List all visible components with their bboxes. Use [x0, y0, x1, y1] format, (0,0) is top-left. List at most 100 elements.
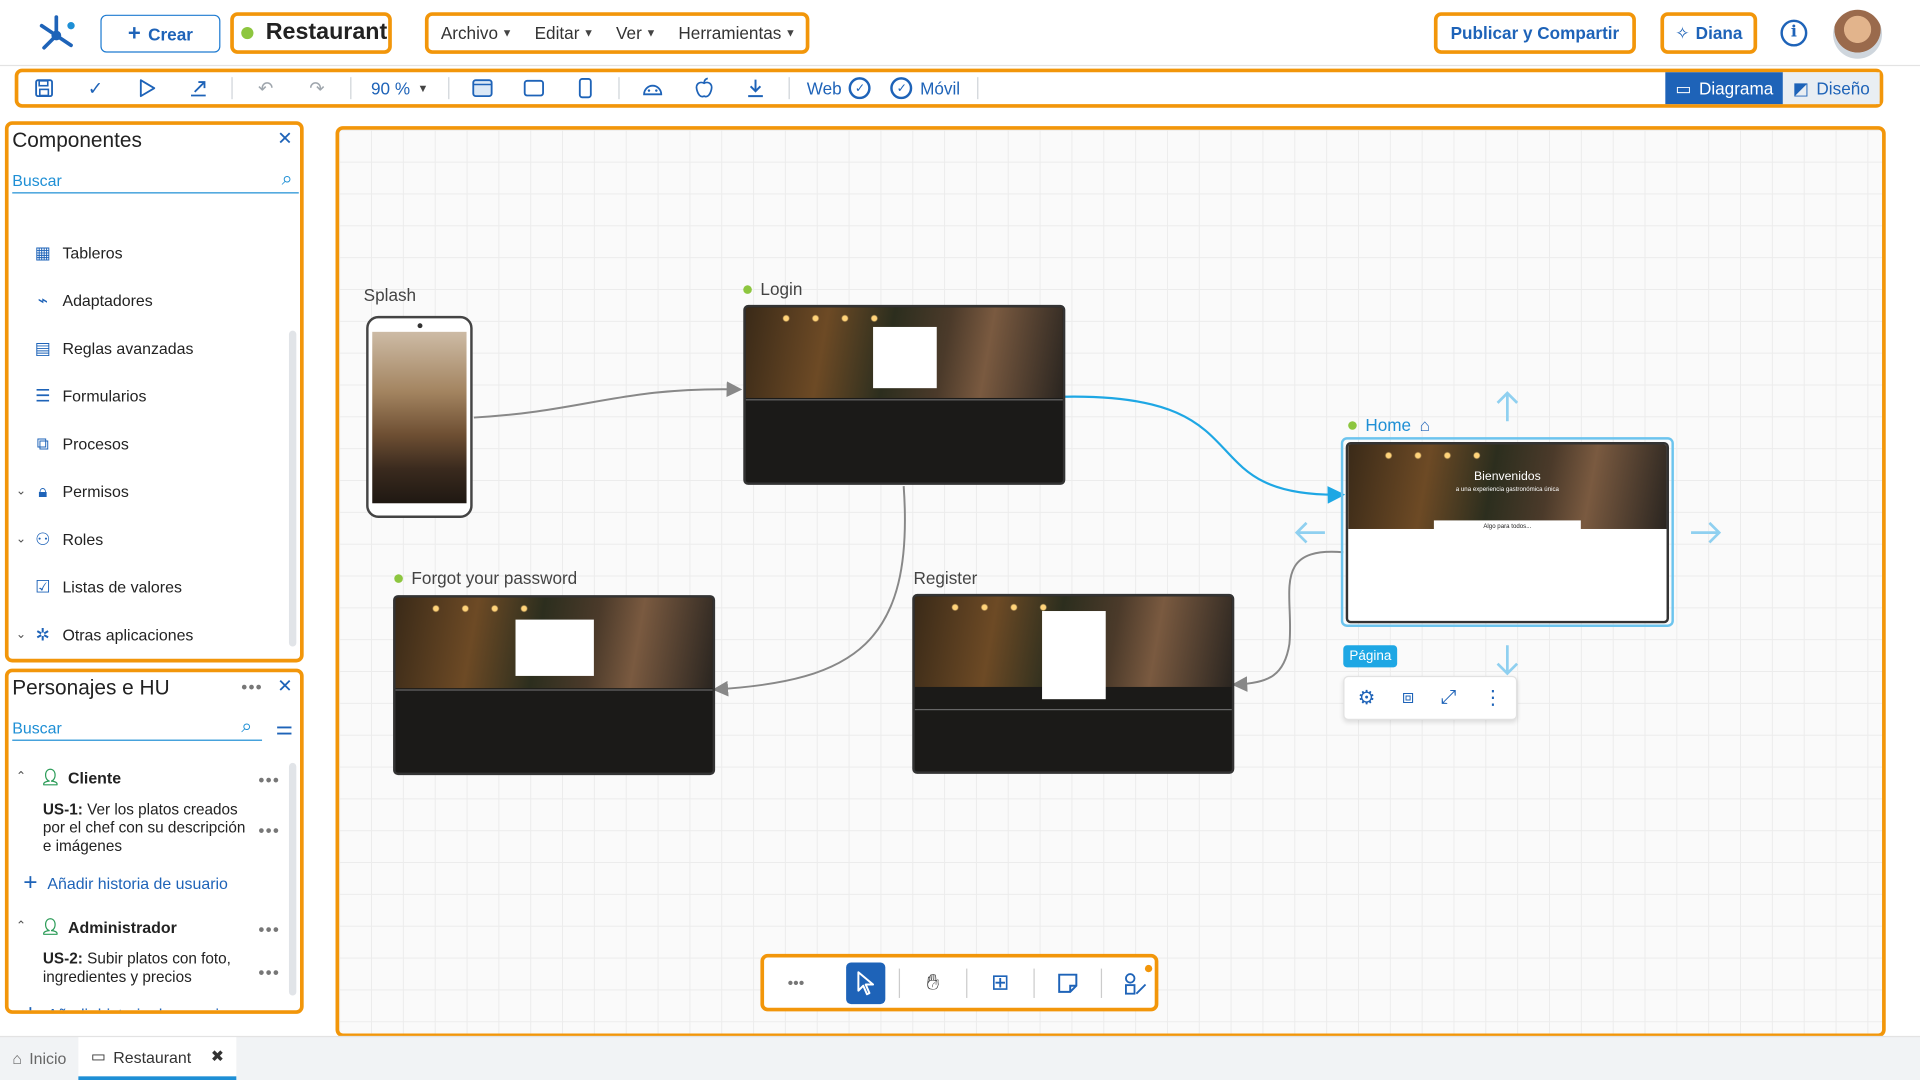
more-options-icon[interactable]: ••• [258, 820, 280, 840]
web-target-toggle[interactable]: Web ✓ [797, 77, 881, 100]
component-item-value-lists[interactable]: ☑ Listas de valores [33, 576, 182, 597]
chevron-down-icon: ▼ [417, 82, 429, 95]
create-button[interactable]: + Crear [100, 14, 221, 53]
search-icon[interactable]: ⌕ [241, 716, 252, 738]
chevron-down-icon[interactable]: ⌄ [16, 533, 26, 546]
menu-ver[interactable]: Ver ▼ [616, 23, 656, 43]
gear-icon[interactable]: ⚙ [1358, 686, 1376, 710]
component-item-other-apps[interactable]: ✲ Otras aplicaciones [33, 623, 194, 644]
user-story-us1[interactable]: US-1: Ver los platos creados por el chef… [43, 801, 251, 856]
more-vertical-icon[interactable]: ⋮ [1483, 686, 1503, 710]
android-icon[interactable] [627, 71, 678, 105]
view-diagram-button[interactable]: ▭ Diagrama [1665, 72, 1784, 105]
camera-dot [417, 323, 423, 329]
component-item-advanced-rules[interactable]: ▤ Reglas avanzadas [33, 337, 194, 358]
add-user-story-button[interactable]: + Añadir historia de usuario [23, 1000, 228, 1010]
info-icon[interactable]: i [1780, 19, 1808, 47]
status-dot-icon [394, 573, 403, 583]
personas-title: Personajes e HU [12, 675, 170, 700]
component-item-dashboards[interactable]: ▦ Tableros [33, 242, 123, 262]
screen-forgot-password[interactable] [393, 595, 716, 776]
view-design-button[interactable]: ◩ Diseño [1783, 72, 1880, 105]
undo-icon[interactable]: ↶ [240, 71, 291, 105]
more-options-icon[interactable]: ••• [258, 770, 280, 790]
connector-splash-login [473, 381, 743, 419]
plus-icon: + [23, 1000, 37, 1010]
search-icon[interactable]: ⌕ [282, 169, 293, 191]
connector-login-home [1064, 395, 1346, 504]
components-search-input[interactable]: Buscar [12, 167, 299, 194]
toolbar-divider [447, 77, 450, 100]
scrollbar[interactable] [288, 330, 297, 647]
screen-register[interactable] [912, 593, 1235, 774]
filter-sliders-icon[interactable]: ⚌ [276, 716, 294, 740]
component-item-adapters[interactable]: ⌁ Adaptadores [33, 290, 153, 310]
main-toolbar: ✓ ↶ ↷ 90 % ▼ Web ✓ ✓ Móvil ▭ Diagrama ◩ … [14, 68, 1884, 108]
redo-icon[interactable]: ↷ [291, 71, 342, 105]
close-icon[interactable]: ✕ [277, 675, 292, 697]
add-page-icon[interactable]: ⊞ [981, 962, 1020, 1004]
sticky-note-icon[interactable] [1048, 962, 1087, 1004]
screen-home[interactable]: Bienvenidos a una experiencia gastronómi… [1345, 442, 1669, 624]
export-icon[interactable] [173, 71, 224, 105]
mobile-target-toggle[interactable]: ✓ Móvil [881, 77, 970, 100]
toolbar-divider [231, 77, 233, 100]
app-logo[interactable] [34, 11, 78, 55]
chevron-down-icon[interactable]: ⌄ [16, 628, 26, 641]
menu-herramientas[interactable]: Herramientas ▼ [678, 23, 795, 43]
validate-check-icon[interactable]: ✓ [70, 71, 121, 105]
menu-editar[interactable]: Editar ▼ [535, 23, 594, 43]
save-icon[interactable] [18, 71, 69, 105]
pointer-tool-icon[interactable] [845, 961, 886, 1004]
screen-label-splash: Splash [363, 285, 417, 305]
project-title[interactable]: Restaurant [230, 12, 392, 54]
apple-icon[interactable] [678, 71, 729, 105]
expand-diagonal-icon[interactable]: ⤢ [1441, 687, 1457, 709]
diana-assistant-button[interactable]: ✧ Diana [1660, 12, 1758, 54]
plug-icon: ⌁ [37, 289, 49, 310]
hand-pan-icon[interactable]: ✋︎ [913, 962, 952, 1004]
component-item-processes[interactable]: ⧉ Procesos [33, 433, 129, 453]
component-item-permissions[interactable]: 🔒︎ Permisos [33, 481, 129, 501]
scrollbar[interactable] [288, 762, 297, 996]
mobile-view-icon[interactable] [559, 71, 610, 105]
more-options-icon[interactable]: ••• [241, 677, 263, 697]
user-story-us2[interactable]: US-2: Subir platos con foto, ingrediente… [43, 950, 251, 987]
menu-archivo[interactable]: Archivo ▼ [441, 23, 513, 43]
home-hero-title: Bienvenidos [1473, 470, 1541, 484]
toolbar-divider [898, 967, 900, 998]
more-options-icon[interactable]: ••• [258, 962, 280, 982]
more-options-icon[interactable]: ••• [258, 920, 280, 940]
publish-share-button[interactable]: Publicar y Compartir [1433, 12, 1636, 54]
chevron-up-icon[interactable]: ⌃ [16, 920, 26, 933]
chevron-down-icon[interactable]: ⌄ [16, 485, 26, 498]
document-tabs: ⌂ Inicio ▭ Restaurant ✖ [0, 1035, 1920, 1080]
tablet-view-icon[interactable] [508, 71, 559, 105]
screen-login[interactable] [743, 304, 1066, 485]
roles-icon: ⚇ [35, 528, 51, 548]
desktop-view-icon[interactable] [457, 71, 508, 105]
personas-search-input[interactable]: Buscar [12, 714, 263, 741]
download-icon[interactable] [730, 71, 781, 105]
tab-inicio[interactable]: ⌂ Inicio [0, 1037, 79, 1080]
more-options-icon[interactable]: ••• [776, 962, 815, 1004]
play-icon[interactable] [121, 71, 172, 105]
add-user-story-button[interactable]: + Añadir historia de usuario [23, 869, 228, 897]
component-item-forms[interactable]: ☰ Formularios [33, 385, 146, 406]
apps-icon: ✲ [35, 623, 51, 644]
sparkle-icon: ✧ [1675, 22, 1690, 43]
user-avatar[interactable] [1833, 9, 1883, 59]
component-item-roles[interactable]: ⚇ Roles [33, 528, 103, 549]
diagram-canvas[interactable]: Splash Login Home ⌂ Bienvenidos a una ex… [335, 126, 1886, 1038]
screen-splash-phone[interactable] [366, 315, 473, 518]
responsive-view-icon[interactable]: ⧈ [1402, 687, 1414, 709]
tab-restaurant[interactable]: ▭ Restaurant ✖ [78, 1037, 237, 1080]
close-icon[interactable]: ✕ [277, 127, 292, 150]
zoom-select[interactable]: 90 % ▼ [359, 78, 441, 98]
persona-cliente[interactable]: 👤︎ Cliente [40, 768, 121, 788]
close-tab-icon[interactable]: ✖ [211, 1047, 224, 1067]
chevron-up-icon[interactable]: ⌃ [16, 770, 26, 783]
process-icon: ⧉ [36, 432, 49, 453]
persona-administrador[interactable]: 👤︎ Administrador [40, 917, 176, 937]
shapes-icon[interactable] [1115, 962, 1154, 1004]
